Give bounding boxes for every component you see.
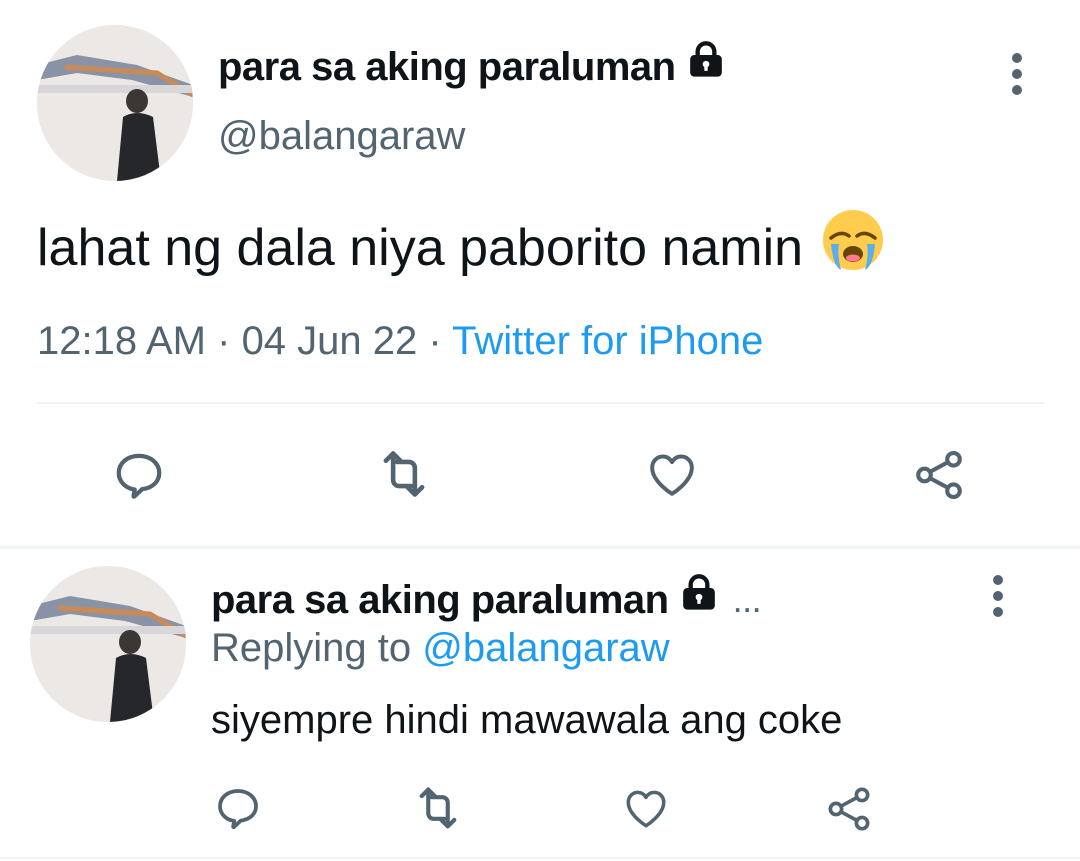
user-handle[interactable]: @balangaraw <box>218 110 465 162</box>
replying-prefix: Replying to <box>211 626 423 670</box>
tweet-text: siyempre hindi mawawala ang coke <box>211 698 843 742</box>
reply-icon[interactable] <box>110 448 168 502</box>
display-name-text: para sa aking paraluman <box>211 577 669 622</box>
heart-icon[interactable] <box>620 783 672 833</box>
divider <box>0 857 1080 859</box>
name-ellipsis: ... <box>732 578 762 620</box>
tweet-separator <box>0 546 1080 549</box>
divider <box>37 402 1044 404</box>
more-vertical-icon[interactable] <box>978 572 1018 620</box>
lock-icon <box>679 573 719 626</box>
avatar[interactable] <box>37 25 193 181</box>
tweet-text: lahat ng dala niya paborito namin <box>37 208 885 288</box>
share-icon[interactable] <box>822 783 876 835</box>
tweet-metadata: 12:18 AM · 04 Jun 22 · Twitter for iPhon… <box>37 315 763 367</box>
retweet-icon[interactable] <box>410 782 466 834</box>
tweet-time: 12:18 AM <box>37 319 207 363</box>
display-name-text: para sa aking paraluman <box>218 44 676 89</box>
heart-icon[interactable] <box>642 446 702 502</box>
display-name[interactable]: para sa aking paraluman ... <box>211 573 762 626</box>
retweet-icon[interactable] <box>371 445 437 503</box>
replying-to: Replying to @balangaraw <box>211 622 670 674</box>
avatar-photo <box>30 566 186 722</box>
avatar[interactable] <box>30 566 186 722</box>
share-icon[interactable] <box>908 446 970 504</box>
mention-link[interactable]: @balangaraw <box>422 626 669 670</box>
avatar-photo <box>37 25 193 181</box>
more-vertical-icon[interactable] <box>997 50 1037 98</box>
reply-icon[interactable] <box>213 784 263 832</box>
loudly-crying-face-emoji <box>821 208 885 288</box>
lock-icon <box>686 40 726 93</box>
tweet-date: 04 Jun 22 <box>241 319 418 363</box>
meta-separator: · <box>206 319 242 363</box>
tweet-text-content: lahat ng dala niya paborito namin <box>37 219 804 277</box>
meta-separator: · <box>417 319 453 363</box>
tweet-source-link[interactable]: Twitter for iPhone <box>452 319 763 363</box>
display-name[interactable]: para sa aking paraluman <box>218 40 726 93</box>
